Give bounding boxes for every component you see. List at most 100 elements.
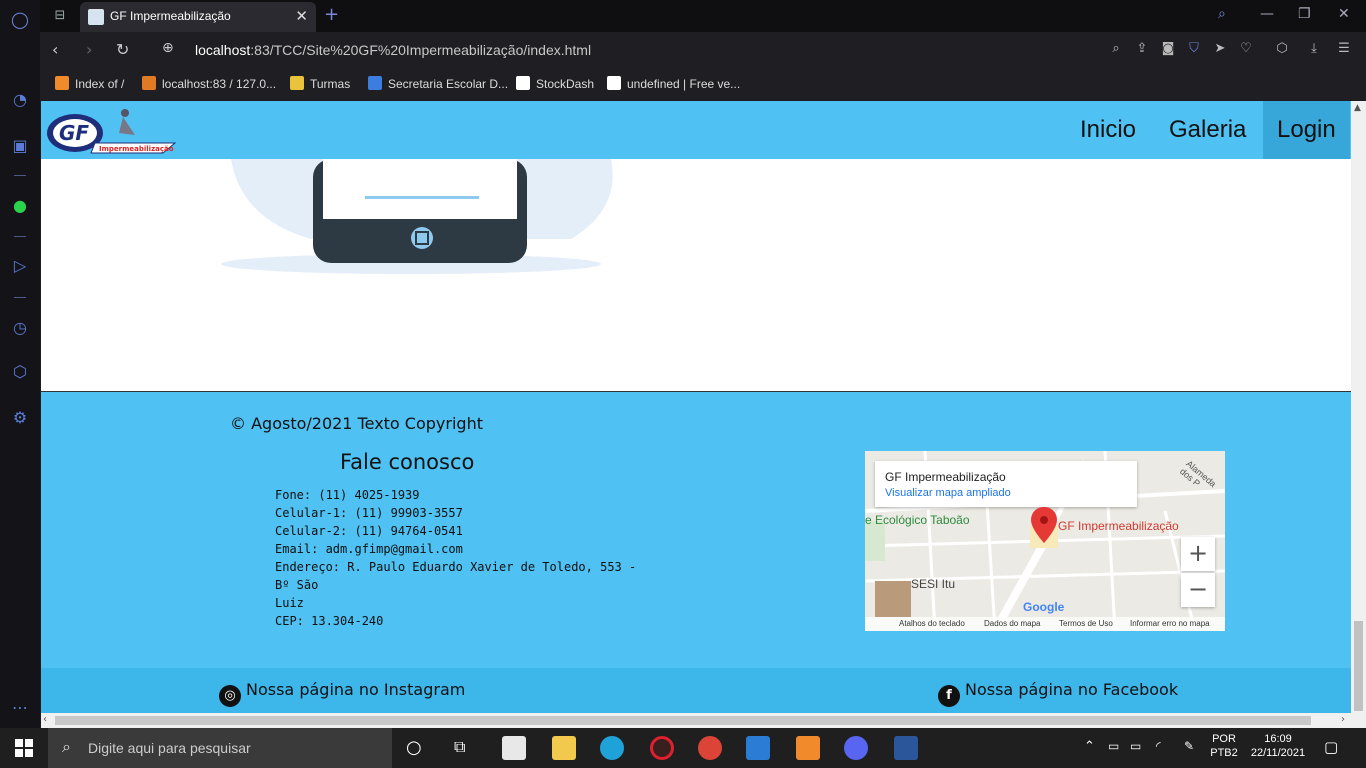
vscode-icon[interactable] — [746, 736, 770, 760]
speed-dial-icon[interactable]: ◔ — [10, 90, 30, 110]
taskbar-search[interactable]: ⌕ Digite aqui para pesquisar — [48, 728, 392, 768]
vertical-scroll-thumb[interactable] — [1354, 621, 1363, 711]
opera-icon[interactable] — [650, 736, 674, 760]
map-zoom-in-button[interactable]: + — [1181, 537, 1215, 571]
find-icon[interactable]: ⌕ — [1108, 41, 1124, 57]
map-pin-icon[interactable] — [1031, 507, 1057, 543]
heart-icon[interactable]: ♡ — [1238, 41, 1254, 57]
language-indicator[interactable]: POR PTB2 — [1206, 733, 1242, 759]
opera-logo-icon[interactable]: ◯ — [10, 10, 30, 30]
whatsapp-icon[interactable]: ● — [10, 196, 30, 216]
shopping-bag-icon[interactable]: ▣ — [10, 136, 30, 156]
bookmark-item[interactable]: Secretaria Escolar D... — [368, 76, 508, 91]
bookmark-item[interactable]: Index of / — [55, 76, 124, 91]
map-footer: Atalhos do teclado Dados do mapa Termos … — [865, 617, 1225, 631]
bookmarks-bar: Index of / localhost:83 / 127.0... Turma… — [40, 68, 1366, 100]
more-dots-icon[interactable]: ⋯ — [10, 698, 30, 718]
vpn-shield-icon[interactable]: ⛉ — [1186, 41, 1202, 57]
vertical-scrollbar[interactable]: ▲ — [1351, 101, 1366, 713]
google-map[interactable]: GF Impermeabilização Visualizar mapa amp… — [865, 451, 1225, 631]
bookmark-label: Index of / — [75, 77, 125, 91]
map-report-error-link[interactable]: Informar erro no mapa — [1130, 619, 1210, 628]
gf-logo[interactable]: GF Impermeabilização — [45, 105, 177, 155]
restore-icon[interactable]: ❐ — [1298, 6, 1311, 22]
address-bar: ‹ › ↻ ⊕ localhost:83/TCC/Site%20GF%20Imp… — [40, 32, 1366, 68]
minimize-icon[interactable]: — — [1260, 6, 1274, 22]
extensions-icon[interactable]: ⬡ — [1274, 41, 1290, 57]
map-keyboard-shortcuts[interactable]: Atalhos do teclado — [899, 619, 965, 628]
instagram-icon: ◎ — [219, 685, 241, 707]
scroll-right-icon[interactable]: › — [1341, 714, 1345, 725]
cortana-icon[interactable]: ○ — [406, 737, 422, 758]
tab-active[interactable]: GF Impermeabilização ✕ — [80, 2, 316, 32]
tray-chevron-icon[interactable]: ⌃ — [1084, 739, 1095, 754]
battery-icon[interactable]: ▭ — [1130, 739, 1141, 753]
map-data-link[interactable]: Dados do mapa — [984, 619, 1040, 628]
close-window-icon[interactable]: ✕ — [1338, 6, 1350, 22]
meet-now-icon[interactable]: ▭ — [1108, 739, 1119, 753]
nav-login[interactable]: Login — [1263, 101, 1350, 159]
bookmark-item[interactable]: StockDash — [516, 76, 594, 91]
nav-galeria[interactable]: Galeria — [1155, 101, 1260, 159]
contact-phone: Fone: (11) 4025-1939 — [275, 488, 420, 502]
horizontal-scroll-thumb[interactable] — [55, 716, 1311, 725]
facebook-icon: f — [938, 685, 960, 707]
clock-date: 22/11/2021 — [1250, 747, 1306, 759]
reload-icon[interactable]: ↻ — [116, 40, 129, 59]
tab-close-icon[interactable]: ✕ — [295, 7, 308, 25]
map-terms-link[interactable]: Termos de Uso — [1059, 619, 1113, 628]
tab-search-icon[interactable]: ⌕ — [1218, 6, 1226, 22]
task-view-icon[interactable]: ⧉ — [454, 737, 465, 757]
bookmark-item[interactable]: undefined | Free ve... — [607, 76, 740, 91]
snapshot-camera-icon[interactable]: ◙ — [1160, 41, 1176, 57]
workspace-icon[interactable]: ⊟ — [50, 6, 70, 26]
player-icon[interactable]: ▷ — [10, 256, 30, 276]
settings-gear-icon[interactable]: ⚙ — [10, 408, 30, 428]
map-view-larger-link[interactable]: Visualizar mapa ampliado — [885, 487, 1011, 499]
logo-subtitle: Impermeabilização — [99, 145, 174, 153]
document-icon — [516, 76, 530, 90]
bookmark-item[interactable]: localhost:83 / 127.0... — [142, 76, 276, 91]
forward-icon[interactable]: › — [86, 40, 92, 59]
back-icon[interactable]: ‹ — [52, 40, 58, 59]
contact-info: Fone: (11) 4025-1939 Celular-1: (11) 999… — [275, 486, 655, 630]
notification-icon[interactable]: ▢ — [1324, 738, 1338, 756]
file-explorer-icon[interactable] — [552, 736, 576, 760]
store-icon[interactable] — [502, 736, 526, 760]
facebook-label: Nossa página no Facebook — [965, 680, 1179, 699]
map-zoom-out-button[interactable]: − — [1181, 573, 1215, 607]
wifi-icon[interactable]: ◜ — [1156, 739, 1161, 753]
word-icon[interactable] — [894, 736, 918, 760]
url-field[interactable]: localhost:83/TCC/Site%20GF%20Impermeabil… — [195, 42, 591, 58]
clock[interactable]: 16:09 22/11/2021 — [1246, 733, 1310, 759]
edge-icon[interactable] — [600, 736, 624, 760]
history-icon[interactable]: ◷ — [10, 318, 30, 338]
share-icon[interactable]: ⇪ — [1134, 41, 1150, 57]
tab-strip: ⊟ GF Impermeabilização ✕ + ⌕ — ❐ ✕ — [40, 0, 1366, 32]
pen-icon[interactable]: ✎ — [1184, 739, 1194, 753]
discord-icon[interactable] — [844, 736, 868, 760]
site-info-icon[interactable]: ⊕ — [162, 40, 174, 56]
sidebar-divider — [14, 297, 26, 298]
extensions-cube-icon[interactable]: ⬡ — [10, 362, 30, 382]
instagram-link[interactable]: ◎ Nossa página no Instagram — [219, 680, 465, 707]
chrome-icon[interactable] — [698, 736, 722, 760]
screen: ◯ ◔ ▣ ● ▷ ◷ ⬡ ⚙ ⋯ ⊟ GF Impermeabilização… — [0, 0, 1366, 768]
logo-brand: GF — [59, 121, 89, 145]
contact-address: Endereço: R. Paulo Eduardo Xavier de Tol… — [275, 560, 637, 592]
contact-mobile-2: Celular-2: (11) 94764-0541 — [275, 524, 463, 538]
xampp-icon[interactable] — [796, 736, 820, 760]
facebook-link[interactable]: f Nossa página no Facebook — [938, 680, 1178, 707]
scroll-left-icon[interactable]: ‹ — [43, 714, 47, 725]
windows-start-icon[interactable] — [15, 739, 33, 757]
bookmark-item[interactable]: Turmas — [290, 76, 350, 91]
nav-inicio[interactable]: Inicio — [1066, 101, 1150, 159]
easy-setup-icon[interactable]: ☰ — [1336, 41, 1352, 57]
download-icon[interactable]: ⤓ — [1306, 41, 1322, 57]
scroll-up-icon[interactable]: ▲ — [1354, 103, 1361, 113]
horizontal-scrollbar[interactable]: ‹ › — [41, 713, 1366, 728]
lang-bottom: PTB2 — [1210, 747, 1238, 759]
google-logo: Google — [1023, 600, 1065, 614]
new-tab-icon[interactable]: + — [324, 4, 339, 25]
send-icon[interactable]: ➤ — [1212, 41, 1228, 57]
